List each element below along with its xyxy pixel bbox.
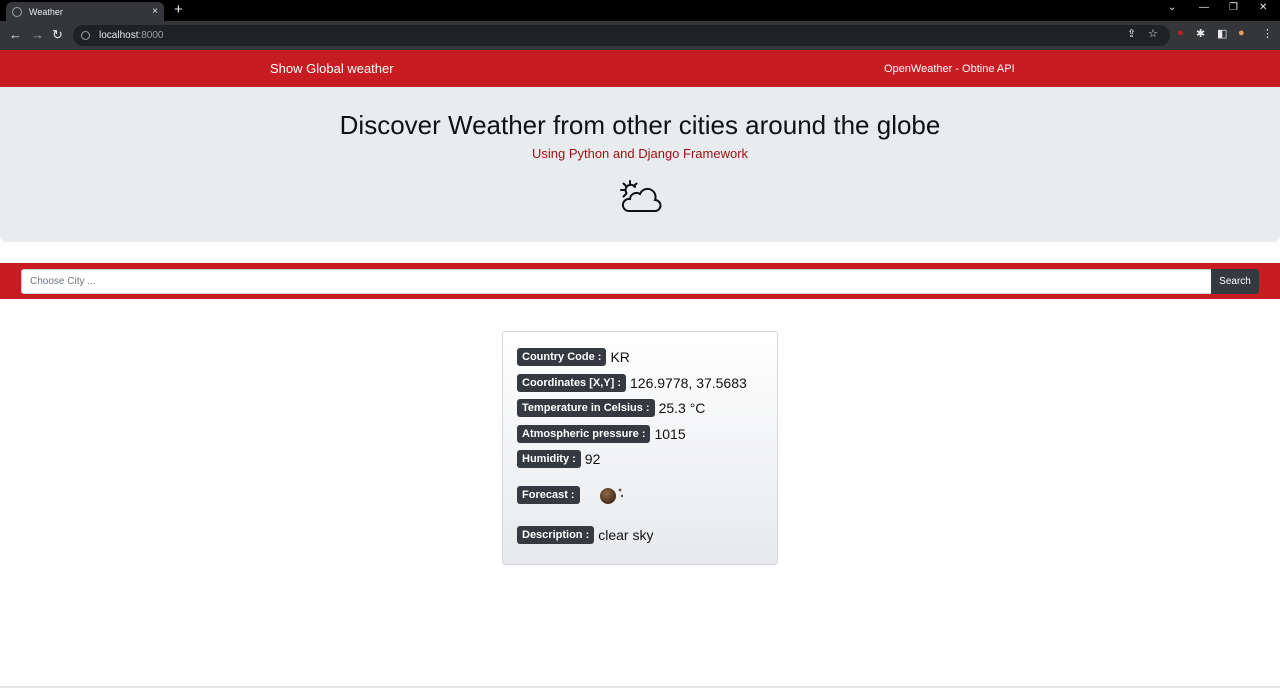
humidity-row: Humidity : 92 bbox=[517, 450, 600, 468]
sun-behind-cloud-icon bbox=[620, 180, 662, 212]
forecast-badge: Forecast : bbox=[517, 486, 580, 504]
side-panel-icon[interactable]: ◧ bbox=[1217, 27, 1227, 40]
country-code-badge: Country Code : bbox=[517, 348, 607, 366]
temperature-value: 25.3 °C bbox=[658, 400, 706, 416]
openweather-api-link[interactable]: OpenWeather - Obtine API bbox=[884, 63, 1015, 75]
url-host: localhost bbox=[99, 30, 139, 41]
temperature-badge: Temperature in Celsius : bbox=[517, 399, 655, 417]
globe-icon bbox=[12, 6, 22, 17]
page-subtitle: Using Python and Django Framework bbox=[531, 146, 749, 161]
page-title: Discover Weather from other cities aroun… bbox=[339, 110, 941, 140]
new-tab-icon[interactable]: + bbox=[174, 1, 183, 18]
coordinates-badge: Coordinates [X,Y] : bbox=[517, 374, 627, 392]
browser-toolbar: ← → ↻ localhost:8000 ⇪ ☆ ● ✱ ◧ ● ⋮ bbox=[0, 21, 1280, 50]
pressure-badge: Atmospheric pressure : bbox=[517, 425, 651, 443]
restore-icon[interactable]: ❐ bbox=[1229, 2, 1238, 13]
pressure-row: Atmospheric pressure : 1015 bbox=[517, 425, 686, 443]
search-button[interactable]: Search bbox=[1211, 269, 1259, 294]
url-port: :8000 bbox=[138, 30, 164, 41]
share-icon[interactable]: ⇪ bbox=[1127, 27, 1136, 40]
humidity-badge: Humidity : bbox=[517, 450, 581, 468]
close-window-icon[interactable]: ✕ bbox=[1259, 2, 1267, 13]
clear-sky-night-icon bbox=[599, 488, 623, 504]
description-row: Description : clear sky bbox=[517, 526, 653, 544]
tab-close-icon[interactable]: × bbox=[152, 6, 158, 17]
browser-tab-strip: Weather × + ⌄ — ❐ ✕ bbox=[0, 0, 1280, 21]
navbar-brand-link[interactable]: Show Global weather bbox=[270, 61, 394, 76]
forecast-row: Forecast : bbox=[517, 485, 626, 505]
back-icon[interactable]: ← bbox=[9, 27, 22, 43]
country-code-row: Country Code : KR bbox=[517, 348, 630, 366]
site-info-icon[interactable] bbox=[81, 31, 90, 40]
tab-title: Weather bbox=[29, 6, 63, 17]
tab-search-icon[interactable]: ⌄ bbox=[1168, 2, 1176, 13]
address-bar[interactable]: localhost:8000 bbox=[73, 25, 1170, 46]
site-navbar: Show Global weather OpenWeather - Obtine… bbox=[0, 50, 1280, 87]
search-bar: Search bbox=[0, 263, 1280, 299]
hero-section: Discover Weather from other cities aroun… bbox=[0, 87, 1280, 242]
forward-icon[interactable]: → bbox=[31, 27, 44, 43]
city-search-input[interactable] bbox=[21, 269, 1211, 294]
coordinates-row: Coordinates [X,Y] : 126.9778, 37.5683 bbox=[517, 374, 747, 392]
description-value: clear sky bbox=[598, 527, 654, 543]
browser-tab[interactable]: Weather × bbox=[6, 2, 164, 21]
extensions-puzzle-icon[interactable]: ✱ bbox=[1196, 27, 1205, 40]
temperature-row: Temperature in Celsius : 25.3 °C bbox=[517, 399, 705, 417]
bookmark-star-icon[interactable]: ☆ bbox=[1148, 27, 1158, 40]
profile-avatar-icon[interactable]: ● bbox=[1238, 27, 1245, 39]
country-code-value: KR bbox=[610, 349, 630, 365]
coordinates-value: 126.9778, 37.5683 bbox=[630, 375, 747, 391]
reload-icon[interactable]: ↻ bbox=[52, 27, 63, 43]
minimize-icon[interactable]: — bbox=[1199, 2, 1209, 13]
weather-card: Country Code : KR Coordinates [X,Y] : 12… bbox=[502, 331, 778, 565]
humidity-value: 92 bbox=[584, 451, 601, 467]
extension-record-icon[interactable]: ● bbox=[1177, 27, 1184, 39]
pressure-value: 1015 bbox=[654, 426, 686, 442]
menu-kebab-icon[interactable]: ⋮ bbox=[1262, 27, 1273, 40]
description-badge: Description : bbox=[517, 526, 595, 544]
